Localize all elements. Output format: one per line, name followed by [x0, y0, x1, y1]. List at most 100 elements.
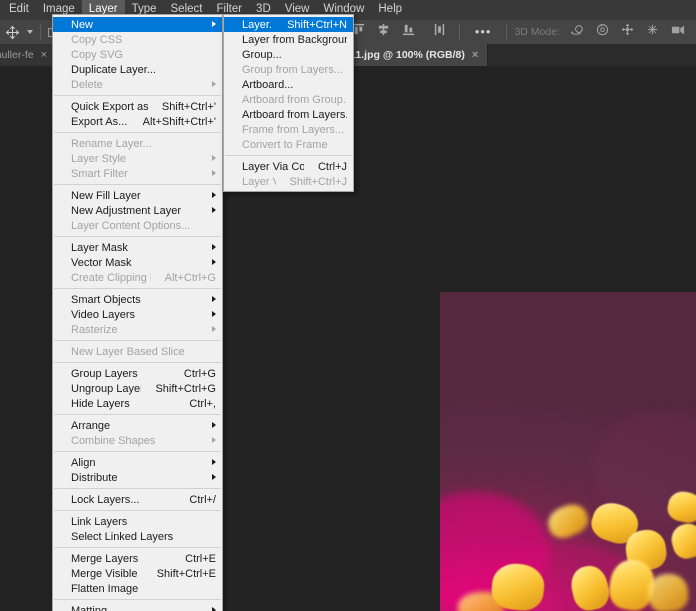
- menu-item-shortcut: Ctrl+E: [171, 553, 216, 565]
- roll-3d-object-icon[interactable]: [595, 23, 610, 42]
- menu-item-artboard[interactable]: Artboard...: [224, 77, 353, 92]
- menubar-item-help[interactable]: Help: [371, 0, 409, 20]
- document-image[interactable]: [440, 292, 696, 611]
- menu-item-layer-style: Layer Style: [53, 151, 222, 166]
- menu-item-label: Layer Via Copy: [242, 161, 304, 173]
- menu-separator: [54, 547, 221, 548]
- more-options-icon[interactable]: •••: [475, 27, 492, 37]
- menu-item-label: Create Clipping Mask: [71, 272, 151, 284]
- menu-item-video-layers[interactable]: Video Layers: [53, 307, 222, 322]
- menu-item-flatten-image[interactable]: Flatten Image: [53, 581, 222, 596]
- menu-item-duplicate-layer[interactable]: Duplicate Layer...: [53, 62, 222, 77]
- menu-item-label: Group Layers: [71, 368, 138, 380]
- menu-item-link-layers[interactable]: Link Layers: [53, 514, 222, 529]
- menu-item-shortcut: Ctrl+J: [304, 161, 347, 173]
- menu-item-label: Convert to Frame: [242, 139, 328, 151]
- menu-item-label: New Fill Layer: [71, 190, 141, 202]
- menu-item-combine-shapes: Combine Shapes: [53, 433, 222, 448]
- slide-3d-object-icon[interactable]: [645, 23, 660, 42]
- menu-item-label: Smart Objects: [71, 294, 141, 306]
- menu-item-label: Vector Mask: [71, 257, 132, 269]
- menu-item-label: New: [71, 19, 93, 31]
- menu-separator: [54, 132, 221, 133]
- menu-separator: [54, 236, 221, 237]
- menu-item-delete: Delete: [53, 77, 222, 92]
- menu-item-label: Select Linked Layers: [71, 531, 173, 543]
- menu-separator: [54, 288, 221, 289]
- 3d-mode-label: 3D Mode:: [514, 26, 560, 38]
- submenu-arrow-icon: [212, 244, 216, 250]
- menu-item-smart-objects[interactable]: Smart Objects: [53, 292, 222, 307]
- tab-close-icon[interactable]: ×: [472, 50, 478, 60]
- menu-item-new-layer-based-slice: New Layer Based Slice: [53, 344, 222, 359]
- layer-dropdown-menu[interactable]: NewCopy CSSCopy SVGDuplicate Layer...Del…: [52, 14, 223, 611]
- align-bottom-edges-icon[interactable]: [402, 23, 415, 41]
- scale-3d-object-icon[interactable]: [670, 23, 686, 42]
- menu-item-group[interactable]: Group...: [224, 47, 353, 62]
- menu-separator: [54, 340, 221, 341]
- menu-item-layer[interactable]: Layer...Shift+Ctrl+N: [224, 17, 353, 32]
- menu-item-matting[interactable]: Matting: [53, 603, 222, 611]
- tool-preset-chevron-down-icon[interactable]: [27, 30, 33, 34]
- menu-item-layer-from-background[interactable]: Layer from Background...: [224, 32, 353, 47]
- rotate-3d-object-icon[interactable]: [570, 23, 585, 42]
- menu-separator: [54, 488, 221, 489]
- menu-item-artboard-from-layers[interactable]: Artboard from Layers...: [224, 107, 353, 122]
- tab-document-partial[interactable]: meon-muller-fe×: [0, 44, 57, 66]
- menubar-item-edit[interactable]: Edit: [2, 0, 36, 20]
- menu-item-new-adjustment-layer[interactable]: New Adjustment Layer: [53, 203, 222, 218]
- menu-item-shortcut: Shift+Ctrl+G: [141, 383, 216, 395]
- menu-item-label: Layer Via Cut: [242, 176, 276, 188]
- menu-item-distribute[interactable]: Distribute: [53, 470, 222, 485]
- menu-item-label: Ungroup Layers: [71, 383, 141, 395]
- submenu-arrow-icon: [212, 259, 216, 265]
- menu-item-new[interactable]: New: [53, 17, 222, 32]
- submenu-arrow-icon: [212, 155, 216, 161]
- menu-item-select-linked-layers[interactable]: Select Linked Layers: [53, 529, 222, 544]
- menu-item-shortcut: Alt+Ctrl+G: [151, 272, 216, 284]
- menu-item-quick-export-as-png[interactable]: Quick Export as PNGShift+Ctrl+': [53, 99, 222, 114]
- menu-item-label: Delete: [71, 79, 103, 91]
- menu-item-rasterize: Rasterize: [53, 322, 222, 337]
- move-tool-icon[interactable]: [5, 25, 20, 40]
- toolbar-divider-2: [459, 24, 460, 40]
- menu-item-shortcut: Shift+Ctrl+J: [276, 176, 347, 188]
- submenu-arrow-icon: [212, 207, 216, 213]
- menu-item-layer-via-copy[interactable]: Layer Via CopyCtrl+J: [224, 159, 353, 174]
- menu-item-merge-visible[interactable]: Merge VisibleShift+Ctrl+E: [53, 566, 222, 581]
- menu-item-export-as[interactable]: Export As...Alt+Shift+Ctrl+': [53, 114, 222, 129]
- menu-item-convert-to-frame: Convert to Frame: [224, 137, 353, 152]
- menu-item-label: Layer Style: [71, 153, 126, 165]
- menu-item-label: Lock Layers...: [71, 494, 139, 506]
- menu-item-label: Export As...: [71, 116, 127, 128]
- menu-item-label: Copy SVG: [71, 49, 123, 61]
- menu-item-new-fill-layer[interactable]: New Fill Layer: [53, 188, 222, 203]
- menu-item-arrange[interactable]: Arrange: [53, 418, 222, 433]
- menu-item-vector-mask[interactable]: Vector Mask: [53, 255, 222, 270]
- menu-item-label: Layer...: [242, 19, 273, 31]
- menu-item-group-layers[interactable]: Group LayersCtrl+G: [53, 366, 222, 381]
- submenu-arrow-icon: [212, 607, 216, 611]
- menu-separator: [54, 451, 221, 452]
- submenu-arrow-icon: [212, 422, 216, 428]
- menu-item-label: Frame from Layers...: [242, 124, 344, 136]
- menu-item-rename-layer: Rename Layer...: [53, 136, 222, 151]
- menu-item-align[interactable]: Align: [53, 455, 222, 470]
- tab-close-icon[interactable]: ×: [41, 50, 47, 60]
- align-vertical-centers-icon[interactable]: [377, 23, 390, 41]
- menu-item-label: Artboard from Group...: [242, 94, 347, 106]
- menu-item-label: Arrange: [71, 420, 110, 432]
- menu-item-label: Layer from Background...: [242, 34, 347, 46]
- menu-item-lock-layers[interactable]: Lock Layers...Ctrl+/: [53, 492, 222, 507]
- submenu-arrow-icon: [212, 474, 216, 480]
- menu-item-layer-mask[interactable]: Layer Mask: [53, 240, 222, 255]
- distribute-icon[interactable]: [433, 23, 446, 41]
- menu-item-ungroup-layers[interactable]: Ungroup LayersShift+Ctrl+G: [53, 381, 222, 396]
- submenu-arrow-icon: [212, 170, 216, 176]
- menu-item-merge-layers[interactable]: Merge LayersCtrl+E: [53, 551, 222, 566]
- new-submenu[interactable]: Layer...Shift+Ctrl+N Layer from Backgroun…: [223, 14, 354, 192]
- menu-item-shortcut: Shift+Ctrl+': [148, 101, 216, 113]
- menu-item-hide-layers[interactable]: Hide LayersCtrl+,: [53, 396, 222, 411]
- drag-3d-object-icon[interactable]: [620, 23, 635, 42]
- menu-item-label: New Adjustment Layer: [71, 205, 181, 217]
